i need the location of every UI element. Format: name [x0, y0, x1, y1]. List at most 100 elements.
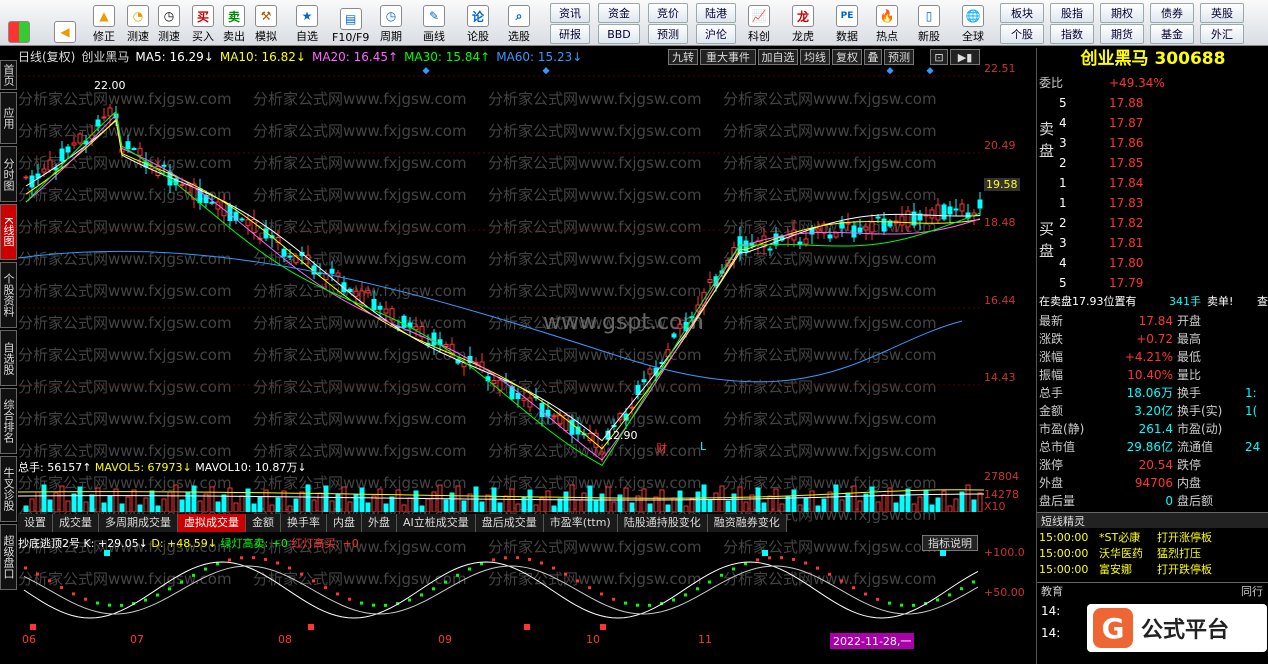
sprite-row[interactable]: 15:00:00 沃华医药 猛烈打压	[1037, 546, 1268, 562]
dragon-tiger-button[interactable]: 龙龙虎	[792, 2, 814, 44]
auction-button[interactable]: 竞价	[648, 3, 688, 23]
order-row[interactable]: 3 17.81	[1037, 234, 1268, 253]
order-row[interactable]: 5 17.88	[1037, 94, 1268, 113]
tab-12[interactable]: 融资融券变化	[707, 514, 787, 532]
financial-marker[interactable]: 财	[656, 440, 667, 456]
adjust-button[interactable]: 复权	[832, 49, 862, 65]
tab-3[interactable]: 虚拟成交量	[178, 514, 246, 532]
funds-button[interactable]: 资金	[598, 3, 640, 23]
sidebar-item-ranking[interactable]: 综合排名	[0, 388, 17, 454]
order-row[interactable]: 2 17.82	[1037, 214, 1268, 233]
tab-11[interactable]: 陆股通持股变化	[617, 514, 708, 532]
signal-dot	[204, 567, 207, 571]
tab-9[interactable]: 盘后成交量	[475, 514, 544, 532]
simulate-button[interactable]: ⚒ 模拟	[255, 2, 277, 44]
sector-button[interactable]: 板块	[1000, 3, 1044, 23]
sell-button[interactable]: 卖卖出	[223, 2, 245, 44]
order-row[interactable]: 1 17.84	[1037, 174, 1268, 193]
hk-connect-button[interactable]: 陆港	[696, 3, 736, 23]
tab-6[interactable]: 内盘	[327, 514, 362, 532]
speed-test-button[interactable]: ◔ 测速	[127, 2, 149, 44]
sidebar-item-kline[interactable]: K线图	[0, 204, 17, 260]
fix-button[interactable]: ▲ 修正	[93, 2, 115, 44]
speed-test2-button[interactable]: ◷ 测速	[158, 2, 180, 44]
tab-1[interactable]: 成交量	[53, 514, 99, 532]
watchlist-button[interactable]: ★ 自选	[296, 2, 318, 44]
windows-logo-button[interactable]	[8, 2, 30, 44]
buy-button[interactable]: 买买入	[192, 2, 214, 44]
signal-dot	[804, 561, 807, 565]
tab-5[interactable]: 换手率	[281, 514, 327, 532]
order-row[interactable]: 4 17.80	[1037, 254, 1268, 273]
f10-button[interactable]: ▤ F10/F9	[332, 2, 369, 44]
star-market-button[interactable]: 📈 科创	[748, 2, 770, 44]
back-button[interactable]: ◀	[54, 2, 76, 44]
bbd-button[interactable]: BBD	[598, 24, 640, 44]
stocks-button[interactable]: 个股	[1000, 24, 1044, 44]
tab-2[interactable]: 多周期成交量	[99, 514, 178, 532]
sidebar-item-apps[interactable]: 应用	[0, 92, 17, 144]
uk-stocks-button[interactable]: 英股	[1200, 3, 1244, 23]
volume-bar	[725, 500, 731, 512]
discuss-button[interactable]: 论论股	[467, 2, 489, 44]
signal-dot	[732, 567, 735, 571]
overlay-button[interactable]: 叠	[864, 49, 882, 65]
major-events-button[interactable]: 重大事件	[700, 49, 756, 65]
index-futures-button[interactable]: 股指	[1050, 3, 1094, 23]
bonds-button[interactable]: 债券	[1150, 3, 1194, 23]
edu-row[interactable]: 教育 同行	[1037, 582, 1268, 598]
predict-button[interactable]: 预测	[884, 49, 914, 65]
sidebar-item-profile[interactable]: 个股资料	[0, 262, 17, 328]
hotspot-button[interactable]: 🔥 热点	[876, 2, 898, 44]
indicator-chart[interactable]	[18, 550, 984, 630]
tab-8[interactable]: AI立桩成交量	[397, 514, 476, 532]
tab-0[interactable]: 设置	[18, 514, 53, 532]
data-button[interactable]: PE 数据	[836, 2, 858, 44]
indices-button[interactable]: 指数	[1050, 24, 1094, 44]
tab-7[interactable]: 外盘	[362, 514, 397, 532]
nine-turn-button[interactable]: 九转	[668, 49, 698, 65]
l-marker[interactable]: L	[700, 440, 706, 453]
add-watch-button[interactable]: 加自选	[758, 49, 798, 65]
order-row[interactable]: 3 17.86	[1037, 134, 1268, 153]
sidebar-item-watchlist[interactable]: 自选股	[0, 330, 17, 386]
big-order-row[interactable]: 在卖盘17.93位置有 341手 卖单! 查	[1037, 292, 1268, 311]
sidebar-item-timeshare[interactable]: 分时图	[0, 146, 17, 202]
shanghai-london-button[interactable]: 沪伦	[696, 24, 736, 44]
sprite-row[interactable]: 15:00:00 *ST必康 打开涨停板	[1037, 530, 1268, 546]
research-button[interactable]: 研报	[550, 24, 590, 44]
stock-select-button[interactable]: ⌕ 选股	[508, 2, 530, 44]
lock-icon[interactable]: ⊡	[930, 49, 948, 65]
options-button[interactable]: 期权	[1100, 3, 1144, 23]
volume-bar	[467, 493, 473, 512]
volume-bar	[425, 498, 431, 512]
order-row[interactable]: 4 17.87	[1037, 114, 1268, 133]
order-row[interactable]: 2 17.85	[1037, 154, 1268, 173]
funds-market-button[interactable]: 基金	[1150, 24, 1194, 44]
volume-chart[interactable]	[18, 472, 984, 512]
global-button[interactable]: 🌐 全球	[962, 2, 984, 44]
indicator-explain-button[interactable]: 指标说明	[922, 535, 978, 551]
futures-button[interactable]: 期货	[1100, 24, 1144, 44]
kline-chart[interactable]	[18, 66, 984, 466]
forex-button[interactable]: 外汇	[1200, 24, 1244, 44]
news-button[interactable]: 资讯	[550, 3, 590, 23]
date-tick: 07	[130, 633, 144, 646]
period-button[interactable]: ◷ 周期	[380, 2, 402, 44]
sidebar-item-super-panel[interactable]: 超级盘口	[0, 524, 17, 590]
volume-bar	[935, 497, 941, 512]
big-order-more[interactable]: 查	[1257, 292, 1268, 311]
expand-icon[interactable]: ▶▮	[950, 49, 980, 65]
tab-10[interactable]: 市盈率(ttm)	[543, 514, 618, 532]
new-stock-button[interactable]: ▯ 新股	[918, 2, 940, 44]
forecast-button[interactable]: 预测	[648, 24, 688, 44]
signal-dot	[864, 592, 867, 596]
order-row[interactable]: 1 17.83	[1037, 194, 1268, 213]
ma-button[interactable]: 均线	[800, 49, 830, 65]
sidebar-item-home[interactable]: 首页	[0, 60, 17, 90]
sidebar-item-diagnosis[interactable]: 牛叉诊股	[0, 456, 17, 522]
draw-line-button[interactable]: ✎ 画线	[423, 2, 445, 44]
order-row[interactable]: 5 17.79	[1037, 274, 1268, 293]
sprite-row[interactable]: 15:00:00 富安娜 打开跌停板	[1037, 562, 1268, 578]
tab-4[interactable]: 金额	[246, 514, 281, 532]
